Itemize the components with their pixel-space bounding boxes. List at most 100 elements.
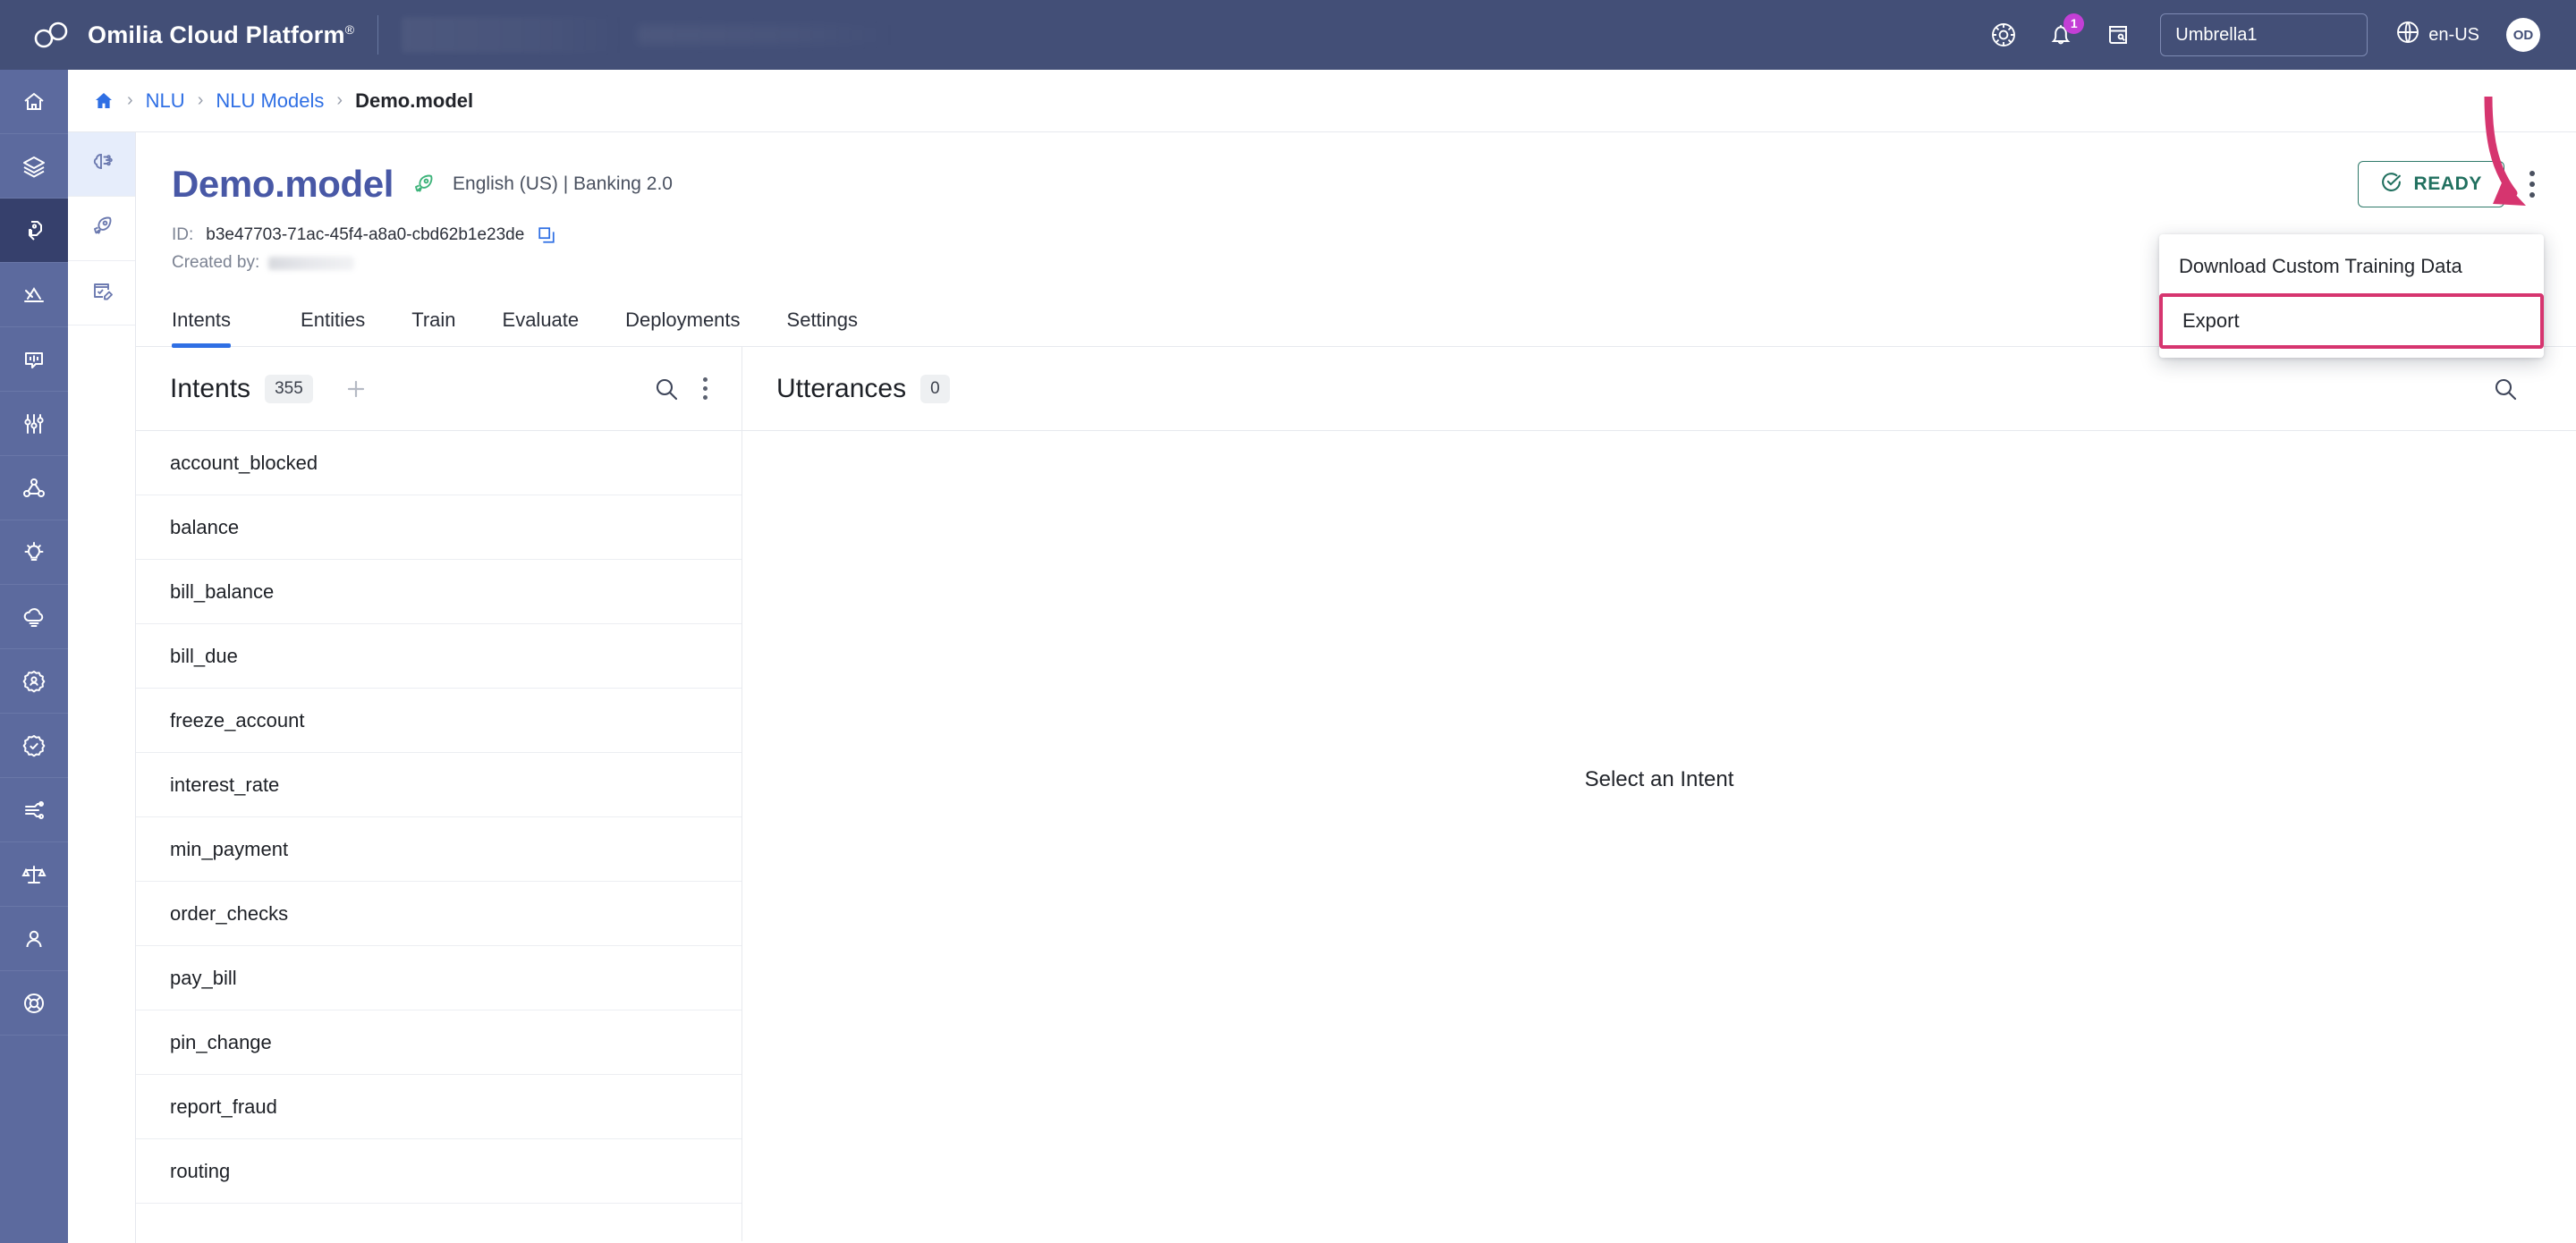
- person-icon: [21, 926, 47, 952]
- check-circle-icon: [2380, 171, 2402, 199]
- breadcrumb-item-nlu-models[interactable]: NLU Models: [216, 89, 324, 113]
- breadcrumb-item-nlu[interactable]: NLU: [146, 89, 185, 113]
- list-item[interactable]: bill_due: [136, 624, 741, 689]
- breadcrumb: › NLU › NLU Models › Demo.model: [68, 70, 2576, 132]
- brand-title: Omilia Cloud Platform®: [88, 21, 355, 48]
- list-item[interactable]: interest_rate: [136, 753, 741, 817]
- sidebar-item-users[interactable]: [0, 907, 68, 971]
- verified-check-icon: [21, 732, 47, 759]
- tab-entities[interactable]: Entities: [277, 300, 388, 346]
- sidebar-item-quality[interactable]: [0, 714, 68, 778]
- intents-list: account_blocked balance bill_balance bil…: [136, 431, 741, 1204]
- header-redacted-field: [402, 17, 626, 53]
- edit-checklist-icon: [89, 277, 115, 309]
- search-icon[interactable]: [2492, 376, 2519, 402]
- list-item[interactable]: pin_change: [136, 1010, 741, 1075]
- header-redacted-text: [638, 25, 898, 45]
- utterances-title: Utterances: [776, 373, 907, 403]
- lifebuoy-icon: [21, 990, 47, 1017]
- sidebar-item-pipeline[interactable]: [0, 778, 68, 842]
- kebab-dot: [703, 386, 708, 391]
- sidebar-item-analytics[interactable]: [0, 263, 68, 327]
- header-divider: [377, 15, 379, 55]
- list-item[interactable]: bill_balance: [136, 560, 741, 624]
- sidebar-item-identity[interactable]: [0, 649, 68, 714]
- list-item[interactable]: account_blocked: [136, 431, 741, 495]
- subsidebar-item-models[interactable]: [68, 132, 135, 197]
- bell-icon[interactable]: 1: [2046, 13, 2085, 50]
- avatar[interactable]: OD: [2506, 18, 2540, 52]
- settings-wheel-icon[interactable]: [1988, 20, 2019, 50]
- breadcrumb-separator: ›: [336, 90, 343, 110]
- add-intent-button[interactable]: [343, 376, 369, 402]
- secondary-sidebar: [68, 132, 136, 1243]
- tab-train[interactable]: Train: [388, 300, 479, 346]
- status-badge[interactable]: READY: [2358, 161, 2504, 207]
- intents-count-badge: 355: [265, 374, 313, 403]
- sidebar-item-tuning[interactable]: [0, 392, 68, 456]
- brain-icon: [89, 148, 115, 180]
- sidebar-item-compliance[interactable]: [0, 842, 68, 907]
- list-item[interactable]: pay_bill: [136, 946, 741, 1010]
- language-selector[interactable]: en-US: [2394, 19, 2479, 51]
- content-panes: Intents 355 account_blocked balance bill…: [136, 347, 2576, 1241]
- tab-settings[interactable]: Settings: [764, 300, 882, 346]
- scales-icon: [21, 861, 47, 888]
- list-item[interactable]: order_checks: [136, 882, 741, 946]
- kebab-dot: [703, 395, 708, 400]
- model-id-value: b3e47703-71ac-45f4-a8a0-cbd62b1e23de: [206, 225, 525, 244]
- more-options-button[interactable]: [2524, 164, 2540, 205]
- sidebar-item-support[interactable]: [0, 971, 68, 1036]
- header-actions: 1 Umbrella1 en-US OD: [1988, 13, 2576, 56]
- tab-evaluate[interactable]: Evaluate: [479, 300, 603, 346]
- sidebar-item-insights[interactable]: [0, 520, 68, 585]
- chart-analytics-icon: [21, 282, 47, 309]
- list-item[interactable]: report_fraud: [136, 1075, 741, 1139]
- intents-more-options-button[interactable]: [703, 377, 708, 400]
- pipeline-icon: [21, 797, 47, 824]
- rocket-icon: [89, 213, 115, 244]
- subsidebar-item-annotations[interactable]: [68, 261, 135, 326]
- title-row: Demo.model English (US) | Banking 2.0: [172, 163, 2540, 206]
- tenant-selector[interactable]: Umbrella1: [2160, 13, 2368, 56]
- house-icon: [21, 89, 47, 115]
- brand-block[interactable]: Omilia Cloud Platform®: [0, 20, 354, 50]
- nlu-cube-icon: [21, 217, 47, 244]
- list-item[interactable]: balance: [136, 495, 741, 560]
- home-icon[interactable]: [93, 90, 114, 112]
- status-label: READY: [2413, 173, 2482, 194]
- list-item[interactable]: min_payment: [136, 817, 741, 882]
- utterances-pane-header: Utterances 0: [742, 347, 2576, 431]
- sidebar-item-voice[interactable]: [0, 327, 68, 392]
- sidebar-item-flows[interactable]: [0, 456, 68, 520]
- search-icon[interactable]: [653, 376, 680, 402]
- list-item[interactable]: freeze_account: [136, 689, 741, 753]
- breadcrumb-separator: ›: [127, 90, 133, 110]
- kebab-dot: [2529, 192, 2535, 198]
- globe-icon: [2394, 19, 2421, 51]
- brand-registered-mark: ®: [344, 21, 355, 37]
- voice-chat-icon: [21, 346, 47, 373]
- breadcrumb-current: Demo.model: [355, 89, 474, 112]
- notes-icon[interactable]: [2103, 20, 2133, 50]
- list-item[interactable]: routing: [136, 1139, 741, 1204]
- sidebar-item-home[interactable]: [0, 70, 68, 134]
- tab-deployments[interactable]: Deployments: [602, 300, 763, 346]
- node-graph-icon: [21, 475, 47, 502]
- sidebar-item-cloud[interactable]: [0, 585, 68, 649]
- copy-icon[interactable]: [537, 225, 556, 245]
- model-language-domain: English (US) | Banking 2.0: [453, 173, 673, 194]
- kebab-dot: [703, 377, 708, 382]
- person-badge-icon: [21, 668, 47, 695]
- sidebar-item-nlu[interactable]: [0, 199, 68, 263]
- menu-item-export[interactable]: Export: [2159, 293, 2544, 349]
- app-root: Omilia Cloud Platform® 1 Umbrella1 en-US…: [0, 0, 2576, 1243]
- created-by-redacted-value: [268, 256, 355, 270]
- menu-item-download-custom-training-data[interactable]: Download Custom Training Data: [2159, 241, 2544, 292]
- subsidebar-item-deployments[interactable]: [68, 197, 135, 261]
- breadcrumb-separator: ›: [197, 90, 204, 110]
- rocket-icon: [410, 171, 436, 198]
- sidebar-item-layers[interactable]: [0, 134, 68, 199]
- tab-intents[interactable]: Intents: [172, 300, 254, 348]
- layers-icon: [21, 153, 47, 180]
